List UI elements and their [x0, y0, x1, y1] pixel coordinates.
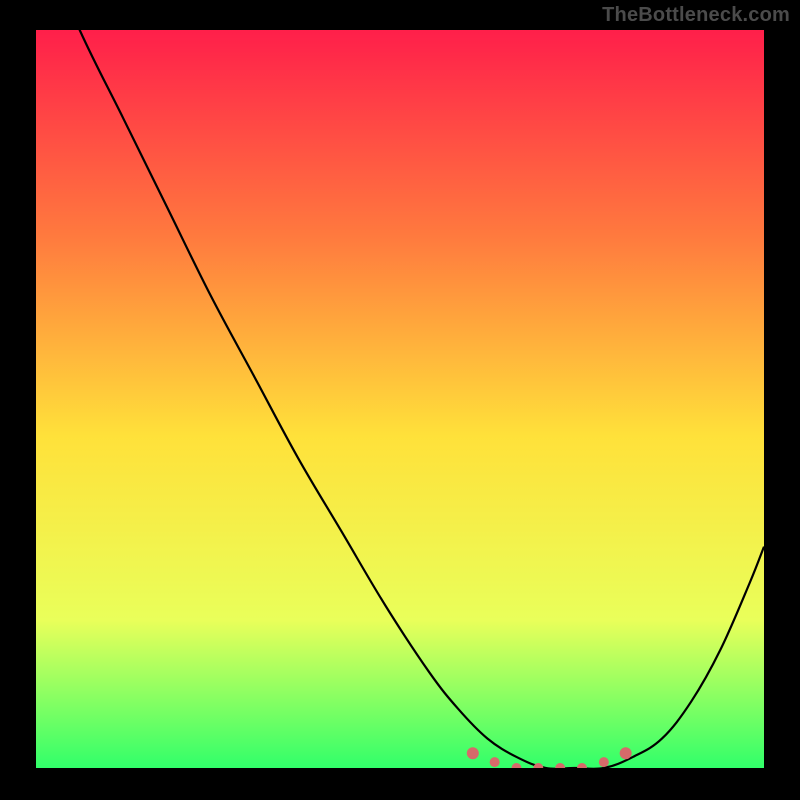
marker-dot — [490, 757, 500, 767]
marker-dot — [620, 747, 632, 759]
marker-dot — [467, 747, 479, 759]
chart-svg — [36, 30, 764, 768]
watermark-text: TheBottleneck.com — [602, 4, 790, 27]
chart-stage: TheBottleneck.com — [0, 0, 800, 800]
gradient-background — [36, 30, 764, 768]
plot-area — [36, 30, 764, 768]
marker-dot — [599, 757, 609, 767]
